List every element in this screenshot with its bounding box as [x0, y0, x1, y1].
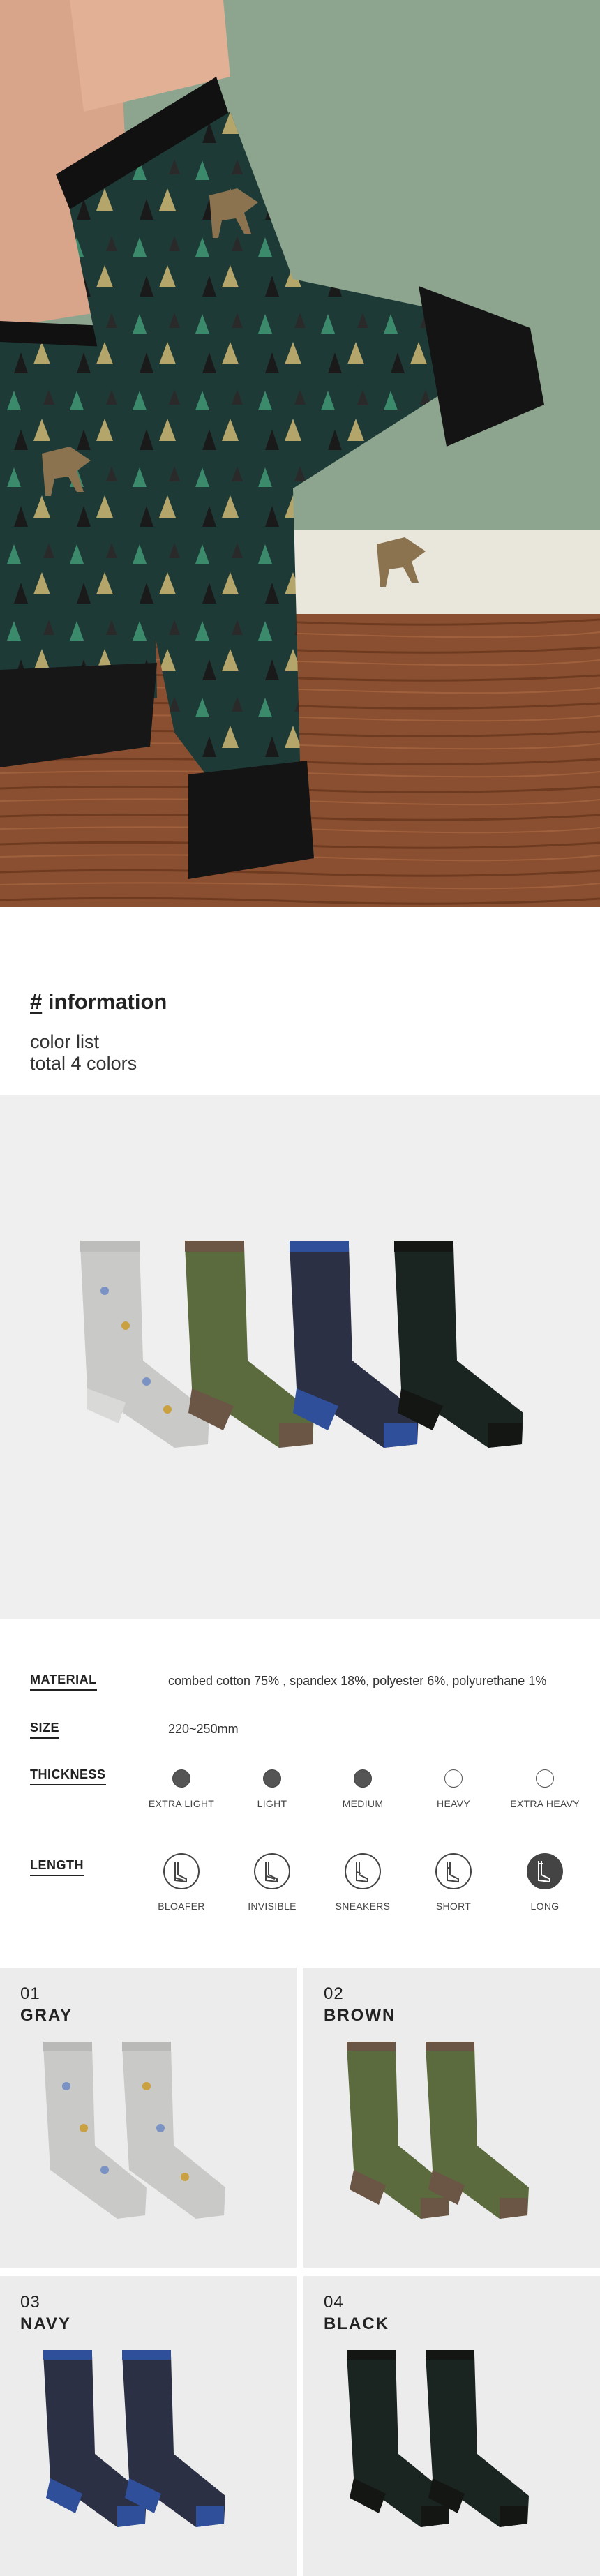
thickness-option-label: HEAVY	[437, 1798, 470, 1809]
length-option-label: SHORT	[435, 1901, 472, 1912]
length-option: LONG	[510, 1852, 580, 1911]
thickness-option: EXTRA LIGHT	[147, 1769, 216, 1809]
product-specs: MATERIAL combed cotton 75% , spandex 18%…	[0, 1619, 600, 1968]
sneakers-icon	[345, 1853, 381, 1889]
color-number: 04	[324, 2293, 344, 2312]
color-name: NAVY	[20, 2314, 71, 2333]
long-icon	[527, 1853, 563, 1889]
thickness-dot	[536, 1769, 554, 1788]
color-set-image	[0, 1095, 600, 1619]
thickness-option-label: EXTRA LIGHT	[148, 1798, 215, 1809]
size-value: 220~250mm	[168, 1722, 239, 1736]
color-card-brown: 02 BROWN	[303, 1968, 600, 2268]
color-card-navy: 03 NAVY	[0, 2276, 297, 2576]
thickness-label: THICKNESS	[30, 1767, 106, 1785]
color-number: 03	[20, 2293, 40, 2312]
length-option-label: BLOAFER	[158, 1901, 205, 1912]
color-name: BLACK	[324, 2314, 389, 2333]
thickness-option: EXTRA HEAVY	[510, 1769, 580, 1809]
length-option-label: LONG	[530, 1901, 560, 1912]
material-label: MATERIAL	[30, 1672, 97, 1691]
color-variants-grid: 01 GRAY 02 BROWN 03 NAVY 04 BLACK	[0, 1968, 600, 2576]
color-card-gray: 01 GRAY	[0, 1968, 297, 2268]
thickness-option-label: LIGHT	[257, 1798, 287, 1809]
thickness-option: LIGHT	[237, 1769, 307, 1809]
info-heading: # information	[30, 989, 167, 1014]
four-socks-illustration	[80, 1241, 523, 1448]
color-name: BROWN	[324, 2006, 396, 2025]
length-option-label: SNEAKERS	[335, 1901, 391, 1912]
material-value: combed cotton 75% , spandex 18%, polyest…	[168, 1674, 547, 1688]
color-number: 02	[324, 1984, 344, 2003]
color-name: GRAY	[20, 2006, 73, 2025]
length-option-label: INVISIBLE	[248, 1901, 297, 1912]
thickness-option-label: MEDIUM	[342, 1798, 384, 1809]
color-list-label: color list	[30, 1031, 100, 1052]
color-number: 01	[20, 1984, 40, 2003]
hero-sock-illustration	[0, 0, 600, 907]
length-option: BLOAFER	[147, 1852, 216, 1911]
thickness-option-label: EXTRA HEAVY	[510, 1798, 580, 1809]
thickness-option: HEAVY	[419, 1769, 488, 1809]
sock-black	[394, 1241, 523, 1448]
length-option: INVISIBLE	[237, 1852, 307, 1911]
information-section: # information color list total 4 colors	[0, 907, 600, 1095]
thickness-dot	[444, 1769, 463, 1788]
short-icon	[435, 1853, 472, 1889]
length-option: SNEAKERS	[328, 1852, 398, 1911]
thickness-dot	[263, 1769, 281, 1788]
size-label: SIZE	[30, 1721, 60, 1739]
color-card-black: 04 BLACK	[303, 2276, 600, 2576]
info-hash: #	[30, 989, 43, 1014]
length-label: LENGTH	[30, 1858, 84, 1876]
length-option: SHORT	[419, 1852, 488, 1911]
thickness-dot	[354, 1769, 372, 1788]
bloafer-icon	[163, 1853, 200, 1889]
info-title: information	[47, 989, 167, 1014]
hero-image	[0, 0, 600, 907]
thickness-dot	[172, 1769, 190, 1788]
total-colors-label: total 4 colors	[30, 1053, 137, 1074]
invisible-icon	[254, 1853, 290, 1889]
thickness-option: MEDIUM	[328, 1769, 398, 1809]
